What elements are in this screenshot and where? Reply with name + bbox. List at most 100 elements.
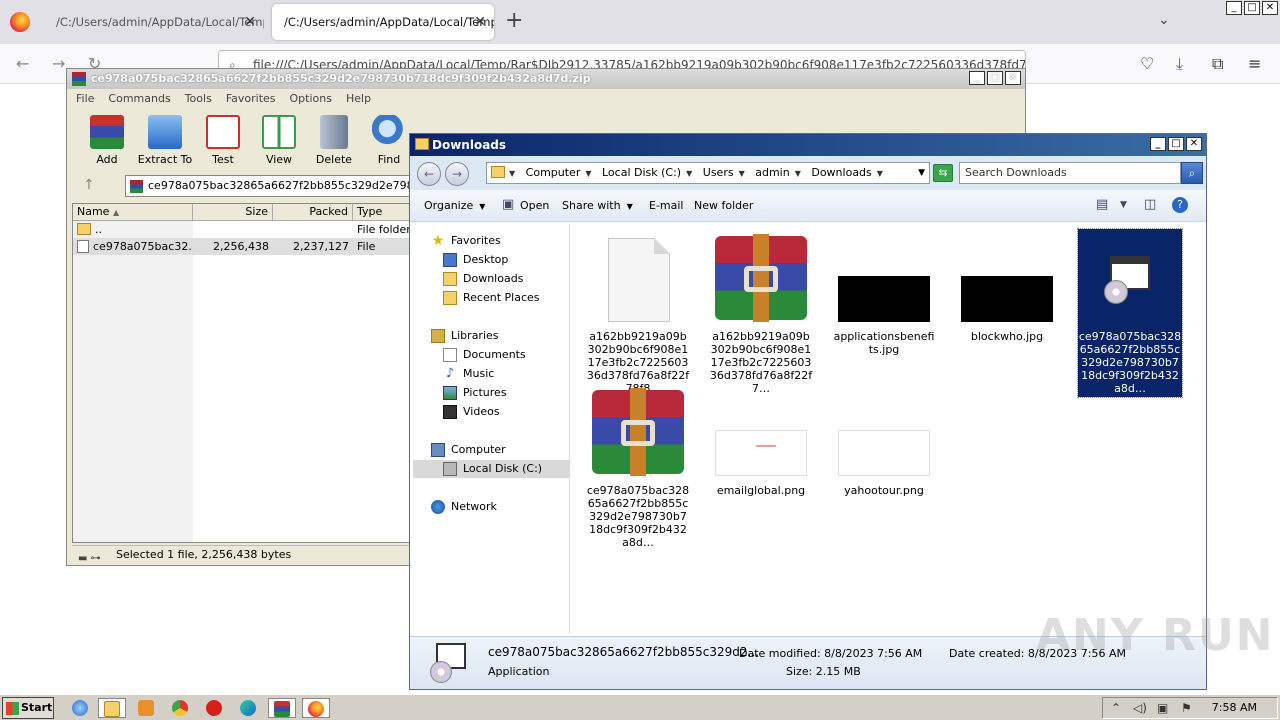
table-row[interactable]: ce978a075bac32... 2,256,438 2,237,127 Fi…	[73, 238, 409, 255]
preview-pane-icon[interactable]: ◫	[1144, 197, 1156, 212]
file-item-selected[interactable]: ce978a075bac32865a6627f2bb855c329d2e7987…	[1077, 228, 1183, 398]
new-folder-button[interactable]: New folder	[694, 199, 753, 212]
minimize-icon[interactable]: _	[969, 71, 985, 85]
menu-commands[interactable]: Commands	[108, 89, 170, 109]
col-packed-header[interactable]: Packed	[273, 204, 353, 221]
menu-file[interactable]: File	[76, 89, 94, 109]
nav-libraries[interactable]: Libraries	[431, 327, 499, 345]
file-item[interactable]: a162bb9219a09b302b90bc6f908e117e3fb2c722…	[709, 234, 813, 395]
network-tray-icon[interactable]: ▣	[1157, 698, 1168, 718]
search-icon[interactable]: ⌕	[1181, 162, 1203, 184]
col-type-header[interactable]: Type	[353, 204, 409, 221]
new-tab-button[interactable]: +	[505, 8, 523, 33]
file-item[interactable]: blockwho.jpg	[955, 234, 1059, 343]
file-item[interactable]: emailglobal.png	[709, 388, 813, 497]
pocket-icon[interactable]: ♡	[1140, 54, 1154, 73]
nav-computer[interactable]: Computer	[431, 441, 506, 459]
view-button[interactable]: View	[249, 115, 309, 166]
share-with-button[interactable]: Share with ▼	[562, 199, 633, 212]
extract-to-button[interactable]: Extract To	[135, 115, 195, 166]
close-icon[interactable]: ✕	[1186, 137, 1202, 151]
action-center-icon[interactable]: ⚑	[1181, 698, 1192, 718]
menu-options[interactable]: Options	[290, 89, 332, 109]
address-history-icon[interactable]: ▼	[918, 163, 925, 183]
minimize-icon[interactable]: _	[1150, 137, 1166, 151]
nav-documents[interactable]: Documents	[443, 346, 526, 364]
archive-path-field[interactable]: ce978a075bac32865a6627f2bb855c329d2e7987…	[125, 175, 425, 197]
firefox-taskbar-icon[interactable]	[302, 698, 330, 718]
maximize-icon[interactable]: □	[1168, 137, 1184, 151]
nav-local-disk[interactable]: Local Disk (C:)	[413, 460, 570, 478]
delete-button[interactable]: Delete	[304, 115, 364, 166]
view-options-chevron-icon[interactable]: ▼	[1120, 200, 1127, 210]
nav-downloads[interactable]: Downloads	[443, 270, 523, 288]
winrar-taskbar-icon[interactable]	[268, 698, 296, 718]
list-all-tabs-button[interactable]: ⌄	[1158, 12, 1170, 28]
back-button[interactable]: ←	[417, 162, 441, 186]
nav-desktop[interactable]: Desktop	[443, 251, 508, 269]
browser-tab-1[interactable]: /C:/Users/admin/AppData/Local/Temp/R ✕	[44, 4, 264, 40]
opera-icon[interactable]	[200, 698, 228, 718]
menu-tools[interactable]: Tools	[185, 89, 212, 109]
breadcrumb-downloads[interactable]: Downloads ▼	[811, 163, 888, 184]
search-input[interactable]: Search Downloads	[959, 162, 1181, 184]
menu-help[interactable]: Help	[346, 89, 371, 109]
close-tab-icon[interactable]: ✕	[244, 4, 256, 40]
nav-network[interactable]: Network	[431, 498, 497, 516]
nav-videos[interactable]: Videos	[443, 403, 500, 421]
back-icon[interactable]: ←	[16, 54, 29, 73]
chrome-icon[interactable]	[166, 698, 194, 718]
downloads-icon[interactable]: ⤓	[1176, 54, 1183, 74]
forward-icon[interactable]: →	[52, 54, 65, 73]
table-row[interactable]: .. File folder	[73, 221, 409, 238]
explorer-taskbar-icon[interactable]	[98, 698, 126, 718]
extensions-icon[interactable]: ⧉	[1212, 54, 1223, 74]
winrar-title-bar[interactable]: ce978a075bac32865a6627f2bb855c329d2e7987…	[67, 69, 1025, 89]
volume-icon[interactable]: ◁)	[1133, 698, 1147, 718]
start-button[interactable]: Start	[2, 697, 54, 719]
file-item[interactable]: ce978a075bac32865a6627f2bb855c329d2e7987…	[586, 388, 690, 549]
maximize-icon[interactable]: □	[1244, 1, 1260, 15]
refresh-icon[interactable]: ⇆	[933, 164, 953, 182]
minimize-icon[interactable]: _	[1226, 1, 1242, 15]
close-tab-icon[interactable]: ✕	[474, 4, 486, 40]
change-view-icon[interactable]: ▤	[1096, 197, 1108, 212]
email-button[interactable]: E-mail	[649, 199, 684, 212]
browser-tab-2[interactable]: /C:/Users/admin/AppData/Local/Temp/R ✕	[272, 4, 494, 40]
col-name-header[interactable]: Name ▲	[73, 204, 193, 221]
show-hidden-icons-icon[interactable]: ⌃	[1111, 698, 1121, 718]
breadcrumb-users[interactable]: Users ▼	[703, 163, 750, 184]
nav-label: Computer	[451, 443, 506, 456]
edge-icon[interactable]	[234, 698, 262, 718]
row-name: ..	[95, 223, 102, 236]
breadcrumb-local-disk[interactable]: Local Disk (C:) ▼	[602, 163, 697, 184]
breadcrumb-sep[interactable]: ▼	[509, 163, 520, 184]
breadcrumb-computer[interactable]: Computer ▼	[526, 163, 597, 184]
nav-music[interactable]: ♪ Music	[443, 365, 494, 383]
open-button[interactable]: Open	[520, 199, 549, 212]
organize-button[interactable]: Organize ▼	[424, 199, 485, 212]
breadcrumb[interactable]: ▼ Computer ▼ Local Disk (C:) ▼ Users ▼ admi…	[486, 162, 930, 184]
menu-icon[interactable]: ≡	[1248, 54, 1261, 73]
close-icon[interactable]: ✕	[1005, 71, 1021, 85]
menu-favorites[interactable]: Favorites	[226, 89, 276, 109]
up-arrow-icon[interactable]: ↑	[83, 177, 95, 193]
forward-button[interactable]: →	[445, 162, 469, 186]
nav-pictures[interactable]: Pictures	[443, 384, 507, 402]
file-item[interactable]: yahootour.png	[832, 388, 936, 497]
nav-favorites[interactable]: ★ Favorites	[431, 232, 501, 250]
media-player-icon[interactable]	[132, 698, 160, 718]
test-button[interactable]: Test	[193, 115, 253, 166]
breadcrumb-admin[interactable]: admin ▼	[755, 163, 806, 184]
file-item[interactable]: applicationsbenefits.jpg	[832, 234, 936, 356]
maximize-icon[interactable]: □	[987, 71, 1003, 85]
tab-label: /C:/Users/admin/AppData/Local/Temp/R	[56, 15, 264, 29]
add-button[interactable]: Add	[77, 115, 137, 166]
file-item[interactable]: a162bb9219a09b302b90bc6f908e117e3fb2c722…	[586, 234, 690, 395]
explorer-title-bar[interactable]: Downloads _ □ ✕	[410, 134, 1206, 156]
col-size-header[interactable]: Size	[193, 204, 273, 221]
nav-recent-places[interactable]: Recent Places	[443, 289, 540, 307]
help-icon[interactable]: ?	[1172, 197, 1188, 213]
internet-explorer-icon[interactable]	[66, 698, 94, 718]
close-icon[interactable]: ✕	[1262, 1, 1278, 15]
